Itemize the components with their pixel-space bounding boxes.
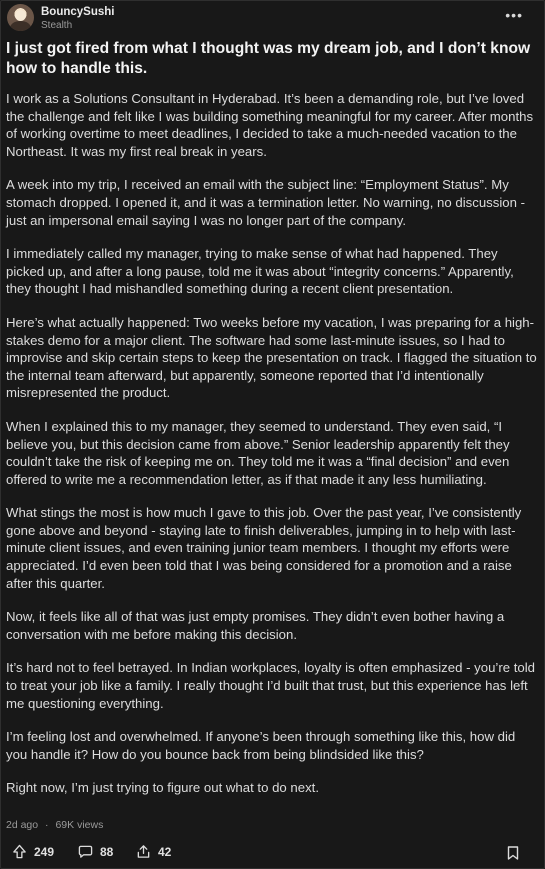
action-bar: 249 88 42	[6, 841, 541, 865]
upvote-count: 249	[34, 844, 55, 859]
post-paragraph: I immediately called my manager, trying …	[6, 246, 514, 297]
post-paragraph: Right now, I’m just trying to figure out…	[6, 780, 319, 796]
share-icon	[137, 845, 150, 858]
share-count: 42	[158, 844, 172, 859]
post-title: I just got fired from what I thought was…	[6, 40, 531, 77]
bookmark-icon	[507, 846, 519, 860]
post-paragraph: I’m feeling lost and overwhelmed. If any…	[6, 729, 516, 762]
arrow-up-icon	[13, 844, 26, 859]
avatar[interactable]	[7, 4, 34, 31]
post-paragraph: Here’s what actually happened: Two weeks…	[6, 314, 537, 401]
comment-count: 88	[100, 844, 114, 859]
author-company: Stealth	[41, 20, 73, 31]
post-paragraph: When I explained this to my manager, the…	[6, 418, 510, 487]
view-count: 69K views	[55, 819, 104, 831]
post-paragraph: I work as a Solutions Consultant in Hyde…	[6, 91, 534, 159]
meta-separator: ·	[45, 819, 49, 831]
post-paragraph: What stings the most is how much I gave …	[6, 505, 522, 591]
more-options-icon[interactable]: •••	[505, 7, 523, 23]
post-card: BouncySushi Stealth ••• I just got fired…	[0, 0, 545, 869]
avatar-face	[15, 10, 26, 21]
post-time: 2d ago	[6, 819, 39, 831]
post-body: I work as a Solutions Consultant in Hyde…	[6, 90, 539, 813]
share-button[interactable]: 42	[136, 844, 171, 859]
post-header: BouncySushi Stealth •••	[6, 3, 541, 33]
post-paragraph: Now, it feels like all of that was just …	[6, 609, 505, 642]
bookmark-button[interactable]	[507, 846, 519, 865]
post-paragraph: A week into my trip, I received an email…	[6, 177, 525, 228]
author-name[interactable]: BouncySushi	[41, 6, 114, 18]
comment-icon	[78, 845, 93, 858]
comment-button[interactable]: 88	[78, 844, 113, 859]
avatar-body	[10, 21, 31, 31]
post-meta: 2d ago · 69K views	[6, 819, 107, 831]
post-paragraph: It’s hard not to feel betrayed. In India…	[6, 660, 536, 711]
upvote-button[interactable]: 249	[12, 844, 54, 859]
